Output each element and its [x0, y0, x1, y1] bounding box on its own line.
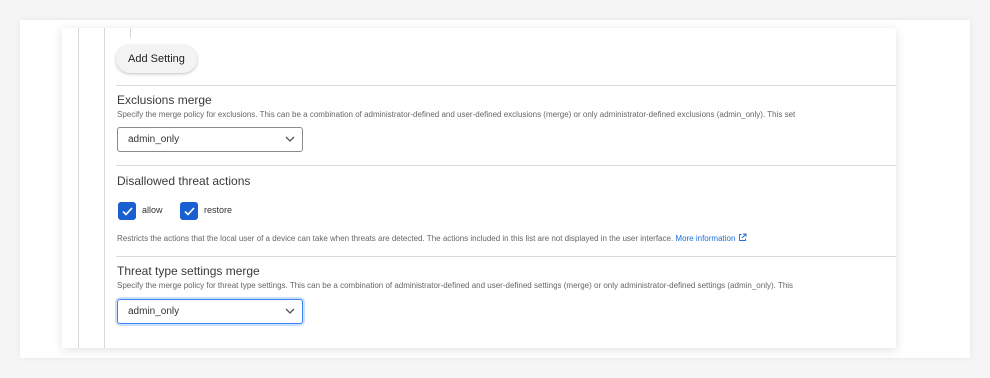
description-text: Restricts the actions that the local use…	[117, 234, 674, 243]
disallowed-threat-actions-title: Disallowed threat actions	[117, 174, 251, 188]
exclusions-merge-select[interactable]: admin_only	[117, 127, 303, 152]
tree-guide-line	[104, 28, 105, 348]
restore-checkbox[interactable]	[180, 202, 198, 220]
select-value: admin_only	[128, 306, 180, 317]
divider	[116, 256, 896, 257]
chevron-down-icon	[285, 308, 295, 314]
select-value: admin_only	[128, 134, 180, 145]
allow-checkbox-label: allow	[142, 205, 163, 215]
chevron-down-icon	[285, 136, 295, 142]
exclusions-merge-title: Exclusions merge	[117, 93, 212, 107]
threat-type-settings-merge-select[interactable]: admin_only	[117, 299, 303, 324]
more-information-link[interactable]: More information	[675, 233, 747, 243]
add-setting-button[interactable]: Add Setting	[116, 45, 197, 73]
exclusions-merge-description: Specify the merge policy for exclusions.…	[117, 110, 796, 119]
settings-panel: Add Setting Exclusions merge Specify the…	[62, 28, 896, 348]
external-link-icon	[739, 233, 747, 241]
allow-checkbox[interactable]	[118, 202, 136, 220]
checkmark-icon	[184, 207, 195, 216]
tree-guide-line	[130, 28, 131, 38]
tree-guide-line	[78, 28, 79, 348]
threat-type-settings-merge-title: Threat type settings merge	[117, 264, 260, 278]
restore-checkbox-label: restore	[204, 205, 233, 215]
divider	[116, 85, 896, 86]
checkmark-icon	[122, 207, 133, 216]
threat-type-settings-merge-description: Specify the merge policy for threat type…	[117, 281, 794, 290]
disallowed-threat-actions-description: Restricts the actions that the local use…	[117, 233, 896, 243]
more-information-label: More information	[675, 234, 736, 243]
divider	[116, 165, 896, 166]
